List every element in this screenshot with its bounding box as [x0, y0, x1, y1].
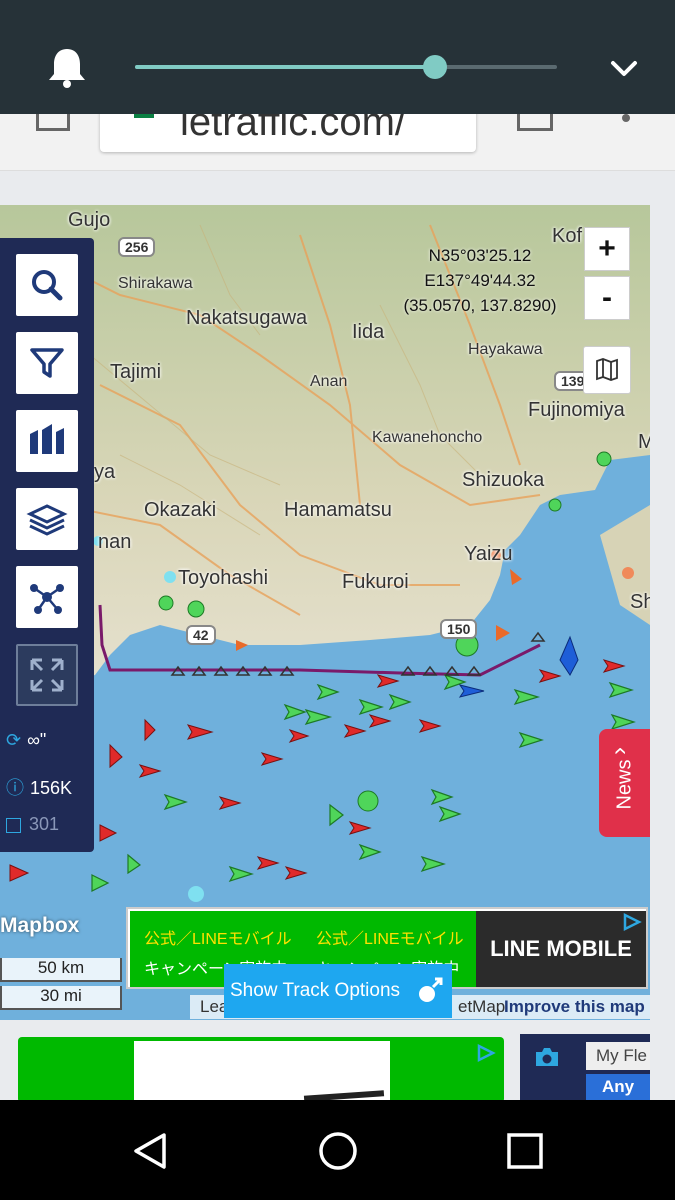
- volume-slider-fill: [135, 65, 435, 69]
- place-label: Tajimi: [110, 361, 162, 383]
- place-label: Hamamatsu: [284, 499, 392, 521]
- filter-icon: [30, 348, 64, 378]
- adchoices-icon[interactable]: [622, 912, 644, 932]
- home-icon[interactable]: [317, 1130, 359, 1172]
- mapbox-logo[interactable]: Mapbox: [0, 914, 79, 938]
- track-icon: [419, 977, 443, 1002]
- network-button[interactable]: [16, 566, 78, 628]
- ad-text: 公式／LINEモバイル: [144, 931, 292, 948]
- volume-slider-thumb[interactable]: [422, 55, 447, 79]
- lock-icon: [134, 114, 154, 118]
- place-label: Okazaki: [144, 499, 217, 521]
- home-button[interactable]: [36, 114, 70, 131]
- track-options-label: Show Track Options: [230, 980, 401, 1001]
- map-icon: [596, 358, 618, 381]
- fullscreen-icon: [30, 658, 64, 692]
- network-icon: [30, 584, 64, 614]
- ad-banner-secondary[interactable]: [18, 1037, 504, 1103]
- show-track-options-button[interactable]: Show Track Options: [224, 964, 452, 1018]
- ad-text: 公式／LINEモバイル: [316, 931, 464, 948]
- browser-toolbar: letraffic.com/: [0, 114, 675, 171]
- checkbox-count: 301: [29, 814, 60, 834]
- place-label: ya: [94, 461, 116, 483]
- layers-icon: [26, 504, 68, 536]
- refresh-icon: ⟳: [6, 730, 22, 750]
- url-bar[interactable]: letraffic.com/: [100, 114, 476, 152]
- news-tab[interactable]: ‹ News: [599, 729, 650, 837]
- place-label: Gujo: [68, 209, 111, 231]
- place-label: Shirakawa: [118, 275, 193, 292]
- adchoices-icon[interactable]: [476, 1043, 498, 1063]
- map-base: [0, 205, 650, 1020]
- my-fleet-panel: My Fle Any: [520, 1034, 650, 1100]
- cursor-coordinates: N35°03'25.12 E137°49'44.32 (35.0570, 137…: [390, 243, 570, 318]
- place-label: Sh: [630, 591, 650, 613]
- camera-icon[interactable]: [534, 1046, 560, 1068]
- place-label: Anan: [310, 373, 348, 390]
- system-nav-bar: [0, 1100, 675, 1200]
- fleet-button[interactable]: [16, 410, 78, 472]
- longitude-readout: E137°49'44.32: [424, 271, 536, 290]
- vessel-count-stat: ⓘ 156K: [6, 774, 72, 800]
- latitude-readout: N35°03'25.12: [428, 246, 532, 265]
- tabs-button[interactable]: [517, 114, 553, 131]
- url-text: letraffic.com/: [180, 114, 406, 144]
- place-label: Hayakawa: [468, 341, 543, 358]
- zoom-in-button[interactable]: +: [584, 227, 630, 271]
- menu-icon[interactable]: [622, 114, 630, 122]
- place-label: M: [638, 431, 650, 453]
- info-icon: ⓘ: [6, 778, 24, 798]
- ad-brand: LINE MOBILE: [476, 911, 646, 987]
- scale-mi: 30 mi: [0, 986, 122, 1010]
- zoom-out-button[interactable]: -: [584, 276, 630, 320]
- refresh-label: ∞": [27, 730, 47, 750]
- fullscreen-button[interactable]: [16, 644, 78, 706]
- place-label: Fukuroi: [342, 571, 409, 593]
- refresh-stat[interactable]: ⟳ ∞": [6, 730, 46, 751]
- map-toolbar: ⟳ ∞" ⓘ 156K 301: [0, 238, 94, 852]
- filter-button[interactable]: [16, 332, 78, 394]
- search-button[interactable]: [16, 254, 78, 316]
- back-icon[interactable]: [132, 1132, 168, 1170]
- road-shield: 256: [118, 237, 156, 257]
- map-view[interactable]: Gujo Kof 256 Shirakawa Nakatsugawa Iida …: [0, 205, 650, 1020]
- any-button[interactable]: Any: [586, 1074, 650, 1100]
- vessel-count: 156K: [30, 778, 73, 798]
- improve-map-link[interactable]: Improve this map: [504, 997, 645, 1017]
- place-label: Shizuoka: [462, 469, 545, 491]
- scale-km: 50 km: [0, 958, 122, 982]
- place-label: Nakatsugawa: [186, 307, 308, 329]
- map-type-button[interactable]: [583, 346, 631, 394]
- attribution-osm[interactable]: etMap: [458, 997, 505, 1017]
- place-label: Yaizu: [464, 543, 513, 565]
- place-label: Iida: [352, 321, 385, 343]
- place-label: Kawanehoncho: [372, 429, 483, 446]
- checkbox-stat[interactable]: 301: [6, 814, 59, 835]
- checkbox-icon: [6, 817, 21, 833]
- search-icon: [32, 270, 63, 301]
- my-fleet-input[interactable]: My Fle: [586, 1042, 650, 1070]
- decimal-readout: (35.0570, 137.8290): [403, 296, 557, 315]
- place-label: nan: [98, 531, 132, 553]
- volume-panel: [0, 0, 675, 114]
- ad-image: [134, 1041, 390, 1103]
- recents-icon[interactable]: [506, 1132, 544, 1170]
- road-shield: 150: [440, 619, 478, 639]
- bell-icon[interactable]: [46, 46, 88, 90]
- layers-button[interactable]: [16, 488, 78, 550]
- news-label: News: [613, 759, 636, 810]
- place-label: Toyohashi: [178, 567, 269, 589]
- chevron-down-icon[interactable]: [608, 56, 640, 82]
- road-shield: 42: [186, 625, 216, 645]
- fleet-icon: [30, 424, 64, 454]
- place-label: Fujinomiya: [528, 399, 625, 421]
